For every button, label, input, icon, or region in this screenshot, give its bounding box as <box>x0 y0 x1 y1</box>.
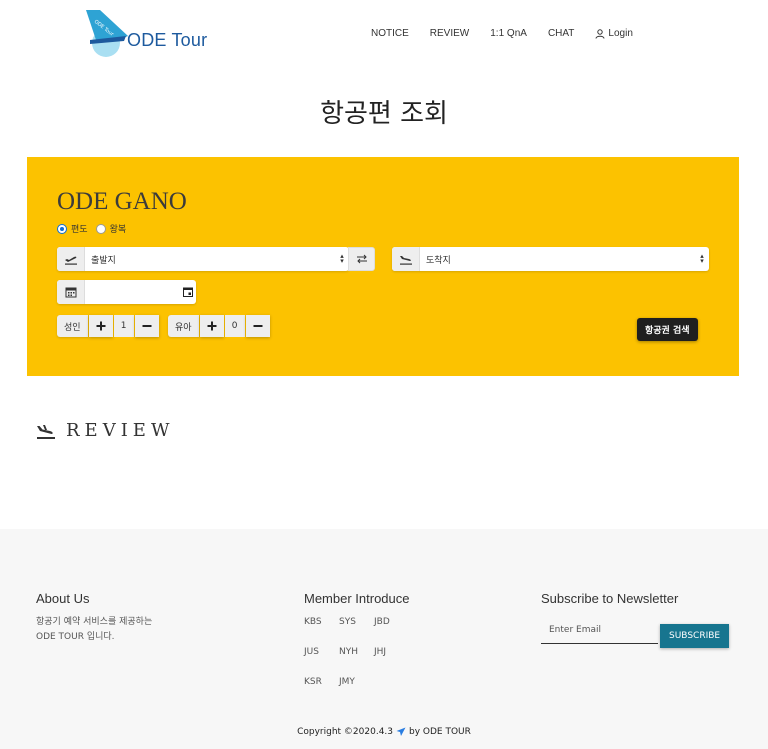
select-arrows-icon: ▴ ▾ <box>700 252 704 265</box>
round-trip-radio[interactable] <box>95 223 106 234</box>
member-link[interactable]: JMY <box>339 677 374 707</box>
swap-arrows-icon <box>356 254 367 264</box>
login-label: Login <box>608 28 633 39</box>
email-input[interactable]: Enter Email <box>541 621 658 644</box>
adult-count: 1 <box>113 315 134 337</box>
calendar-picker-icon[interactable] <box>180 287 196 297</box>
member-link[interactable]: SYS <box>339 617 374 647</box>
airplane-departure-icon <box>57 247 85 271</box>
members-heading: Member Introduce <box>304 591 410 606</box>
newsletter-heading: Subscribe to Newsletter <box>541 591 679 606</box>
member-link[interactable]: JHJ <box>374 647 409 677</box>
airplane-arrival-icon <box>37 424 55 439</box>
date-picker[interactable] <box>57 280 196 304</box>
nav-qna[interactable]: 1:1 QnA <box>490 28 527 39</box>
member-list: KBS SYS JBD JUS NYH JHJ KSR JMY <box>304 617 409 707</box>
member-row: KBS SYS JBD <box>304 617 409 647</box>
review-section-heading: REVIEW <box>36 420 174 441</box>
departure-select[interactable]: 출발지 ▴ ▾ <box>57 247 349 271</box>
airplane-tail-logo-icon: ODE Tour <box>86 10 128 57</box>
about-heading: About Us <box>36 591 90 606</box>
trip-type-group: 편도 왕복 <box>57 222 134 235</box>
plus-icon <box>207 321 217 331</box>
search-panel-title: ODE GANO <box>57 188 187 215</box>
swap-button[interactable] <box>348 247 375 271</box>
logo-text: ODE Tour <box>127 30 208 50</box>
copyright-suffix: by ODE TOUR <box>409 727 471 737</box>
nav-review[interactable]: REVIEW <box>430 28 469 39</box>
one-way-radio[interactable] <box>57 223 67 234</box>
member-link[interactable]: JBD <box>374 617 409 647</box>
infant-count: 0 <box>224 315 245 337</box>
main-nav: NOTICE REVIEW 1:1 QnA CHAT Login <box>371 28 675 39</box>
infant-label: 유아 <box>168 315 199 337</box>
plus-icon <box>96 321 106 331</box>
flight-search-panel: ODE GANO 편도 왕복 출발지 ▴ ▾ 도착지 ▴ ▾ 성인 1 유아 0… <box>27 157 739 376</box>
footer: About Us 항공기 예약 서비스를 제공하는 ODE TOUR 입니다. … <box>0 529 768 749</box>
round-trip-label: 왕복 <box>109 225 127 235</box>
about-text: 항공기 예약 서비스를 제공하는 ODE TOUR 입니다. <box>36 615 196 645</box>
infant-minus-button[interactable] <box>245 315 270 337</box>
nav-notice[interactable]: NOTICE <box>371 28 409 39</box>
user-icon <box>595 28 605 39</box>
search-flights-button[interactable]: 항공권 검색 <box>637 318 698 341</box>
copyright: Copyright ©2020.4.3 by ODE TOUR <box>0 727 768 737</box>
arrival-select[interactable]: 도착지 ▴ ▾ <box>392 247 709 271</box>
departure-value: 출발지 <box>91 255 116 266</box>
nav-login[interactable]: Login <box>595 28 653 39</box>
about-text-line: ODE TOUR 입니다. <box>36 632 115 642</box>
airplane-arrival-icon <box>392 247 420 271</box>
header: ODE Tour ODE Tour NOTICE REVIEW 1:1 QnA … <box>0 0 768 70</box>
member-row: KSR JMY <box>304 677 409 707</box>
adult-plus-button[interactable] <box>88 315 113 337</box>
calendar-icon <box>57 280 85 304</box>
member-link[interactable]: KBS <box>304 617 339 647</box>
review-title: REVIEW <box>66 420 175 441</box>
airplane-icon <box>396 727 406 736</box>
subscribe-button[interactable]: SUBSCRIBE <box>660 624 730 648</box>
page-title: 항공편 조회 <box>320 99 448 129</box>
one-way-label: 편도 <box>71 225 88 235</box>
nav-chat[interactable]: CHAT <box>548 28 574 39</box>
member-link[interactable]: KSR <box>304 677 339 707</box>
member-row: JUS NYH JHJ <box>304 647 409 677</box>
member-link[interactable]: JUS <box>304 647 339 677</box>
arrival-value: 도착지 <box>426 255 451 266</box>
adult-stepper: 성인 1 <box>57 315 160 337</box>
minus-icon <box>142 325 152 327</box>
copyright-prefix: Copyright ©2020.4.3 <box>297 727 394 737</box>
logo[interactable]: ODE Tour ODE Tour <box>86 10 216 58</box>
member-link[interactable]: NYH <box>339 647 374 677</box>
infant-plus-button[interactable] <box>199 315 224 337</box>
infant-stepper: 유아 0 <box>168 315 271 337</box>
about-text-line: 항공기 예약 서비스를 제공하는 <box>36 617 153 627</box>
adult-label: 성인 <box>57 315 88 337</box>
adult-minus-button[interactable] <box>134 315 159 337</box>
select-arrows-icon: ▴ ▾ <box>340 252 344 265</box>
minus-icon <box>253 325 263 327</box>
